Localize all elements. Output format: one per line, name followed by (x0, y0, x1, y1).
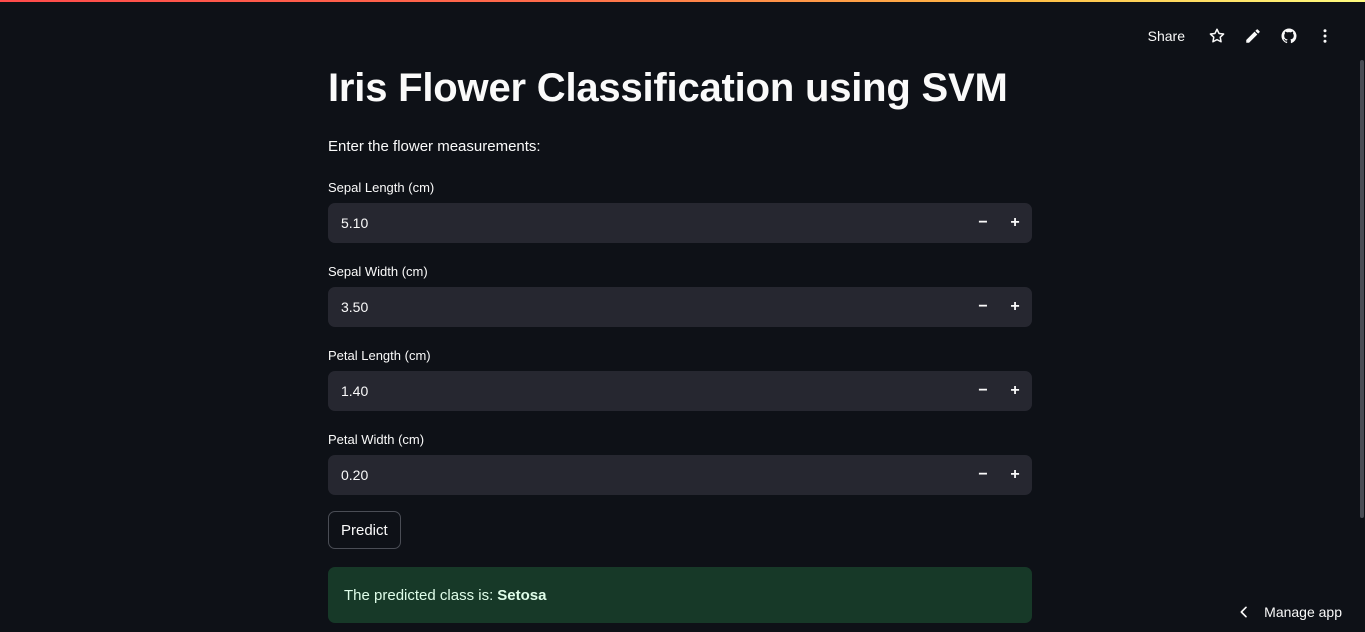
petal-length-input[interactable] (328, 382, 967, 400)
petal-length-increment-button[interactable]: + (999, 371, 1031, 411)
chevron-left-icon (1240, 606, 1247, 618)
petal-length-label: Petal Length (cm) (328, 348, 431, 363)
sepal-length-decrement-button[interactable]: − (967, 203, 999, 243)
github-icon[interactable] (1271, 24, 1307, 48)
petal-width-input[interactable] (328, 466, 967, 484)
manage-app-label: Manage app (1264, 604, 1342, 620)
intro-text: Enter the flower measurements: (328, 138, 541, 155)
sepal-width-label: Sepal Width (cm) (328, 264, 428, 279)
result-prefix: The predicted class is: (344, 586, 494, 604)
prediction-result: The predicted class is: Setosa (328, 567, 1032, 623)
header-actions: Share (1148, 24, 1343, 48)
scrollbar[interactable] (1360, 60, 1364, 518)
petal-width-decrement-button[interactable]: − (967, 455, 999, 495)
petal-width-label: Petal Width (cm) (328, 432, 425, 447)
manage-app-button[interactable]: Manage app (1236, 604, 1342, 620)
result-value: Setosa (497, 586, 547, 604)
sepal-width-decrement-button[interactable]: − (967, 287, 999, 327)
more-vert-icon[interactable] (1307, 24, 1343, 48)
share-button[interactable]: Share (1148, 28, 1185, 44)
top-decoration-bar (0, 0, 1365, 2)
sepal-length-input-group: − + (328, 203, 1032, 243)
petal-width-increment-button[interactable]: + (999, 455, 1031, 495)
petal-length-input-group: − + (328, 371, 1032, 411)
petal-length-decrement-button[interactable]: − (967, 371, 999, 411)
page-title: Iris Flower Classification using SVM (328, 66, 1008, 110)
sepal-width-input-group: − + (328, 287, 1032, 327)
star-icon[interactable] (1199, 24, 1235, 48)
sepal-length-label: Sepal Length (cm) (328, 180, 435, 195)
sepal-width-input[interactable] (328, 298, 967, 316)
sepal-width-increment-button[interactable]: + (999, 287, 1031, 327)
sepal-length-input[interactable] (328, 214, 967, 232)
predict-button[interactable]: Predict (328, 511, 401, 549)
pencil-icon[interactable] (1235, 24, 1271, 48)
sepal-length-increment-button[interactable]: + (999, 203, 1031, 243)
petal-width-input-group: − + (328, 455, 1032, 495)
